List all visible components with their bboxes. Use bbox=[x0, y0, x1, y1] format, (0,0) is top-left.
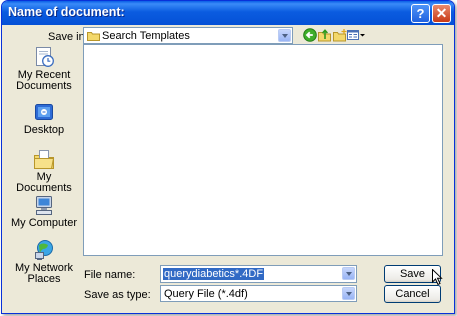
place-desktop[interactable]: Desktop bbox=[8, 101, 80, 136]
new-folder-icon[interactable] bbox=[333, 28, 347, 42]
chevron-down-icon[interactable] bbox=[342, 267, 355, 280]
file-name-label: File name: bbox=[84, 269, 136, 281]
views-menu-icon[interactable] bbox=[347, 28, 365, 42]
my-documents-icon bbox=[33, 148, 55, 170]
save-dialog: Name of document: ? ✕ Save in: Search Te… bbox=[1, 0, 455, 314]
save-in-value: Search Templates bbox=[102, 30, 190, 42]
file-name-value: querydiabetics*.4DF bbox=[163, 268, 265, 280]
file-name-field[interactable]: querydiabetics*.4DF bbox=[160, 265, 357, 283]
save-in-dropdown[interactable]: Search Templates bbox=[83, 27, 293, 44]
title-bar[interactable]: Name of document: ? ✕ bbox=[2, 1, 454, 25]
place-label: Desktop bbox=[23, 124, 65, 136]
mouse-cursor-icon bbox=[432, 269, 443, 286]
file-list[interactable] bbox=[83, 44, 443, 256]
my-computer-icon bbox=[33, 194, 55, 216]
up-folder-icon[interactable] bbox=[318, 28, 332, 42]
chevron-down-icon[interactable] bbox=[342, 287, 355, 300]
recent-documents-icon bbox=[33, 46, 55, 68]
place-my-computer[interactable]: My Computer bbox=[8, 194, 80, 229]
save-as-type-value: Query File (*.4df) bbox=[164, 288, 248, 300]
folder-icon bbox=[87, 32, 100, 41]
back-icon[interactable] bbox=[303, 28, 317, 42]
place-label: My Documents bbox=[16, 171, 72, 194]
help-button[interactable]: ? bbox=[411, 4, 430, 23]
cancel-button[interactable]: Cancel bbox=[384, 285, 441, 303]
dialog-title: Name of document: bbox=[8, 5, 125, 19]
place-my-network-places[interactable]: My Network Places bbox=[8, 239, 80, 285]
places-bar: My Recent Documents Desktop My Documents… bbox=[8, 44, 80, 285]
place-label: My Network Places bbox=[14, 262, 74, 285]
place-my-documents[interactable]: My Documents bbox=[8, 148, 80, 194]
place-label: My Recent Documents bbox=[16, 69, 72, 92]
place-label: My Computer bbox=[10, 217, 78, 229]
close-button[interactable]: ✕ bbox=[432, 4, 451, 23]
save-as-type-label: Save as type: bbox=[84, 289, 151, 301]
chevron-down-icon[interactable] bbox=[278, 29, 291, 42]
place-my-recent-documents[interactable]: My Recent Documents bbox=[8, 46, 80, 92]
save-as-type-dropdown[interactable]: Query File (*.4df) bbox=[160, 285, 357, 302]
desktop-icon bbox=[33, 101, 55, 123]
save-in-label: Save in: bbox=[48, 31, 88, 43]
network-places-icon bbox=[33, 239, 55, 261]
